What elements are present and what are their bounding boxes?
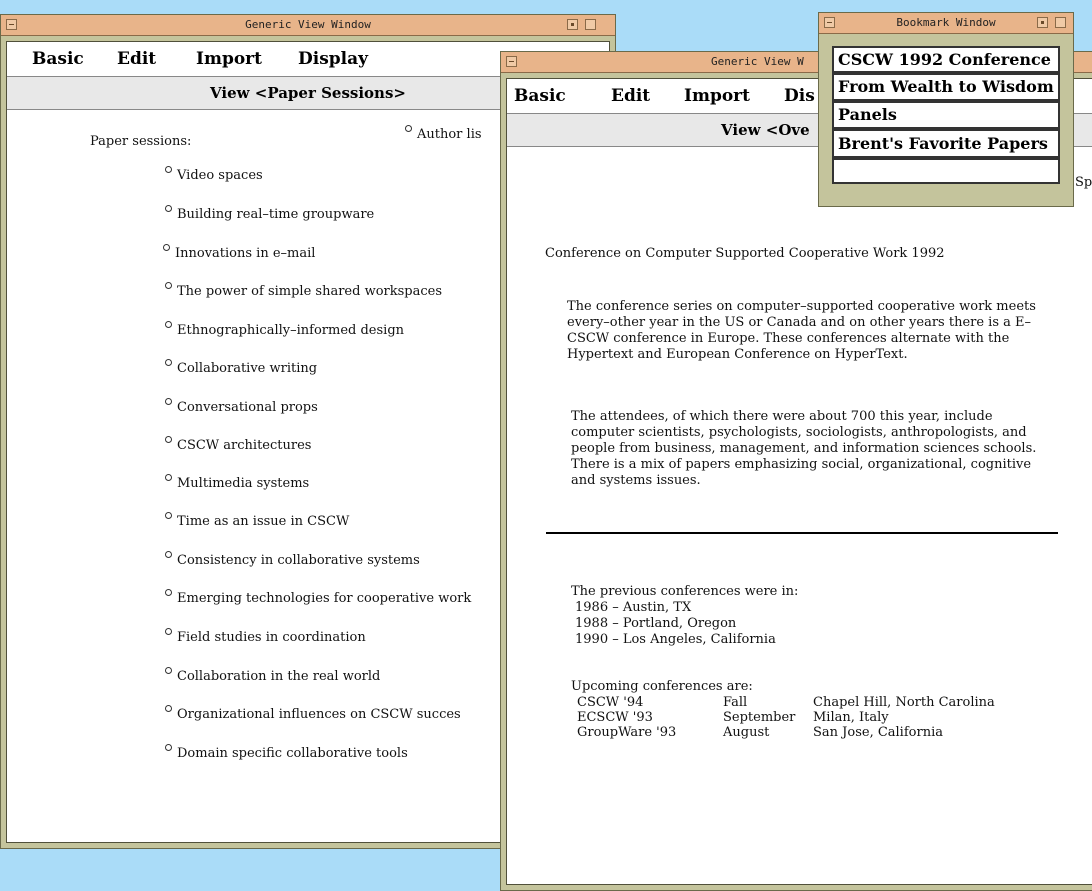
upcoming-conferences-table: CSCW '94 Fall Chapel Hill, North Carolin…: [577, 695, 1009, 740]
conference-where: San Jose, California: [813, 725, 943, 740]
bookmark-item[interactable]: CSCW 1992 Conference: [832, 46, 1060, 73]
menu-basic[interactable]: Basic: [514, 86, 566, 106]
session-link[interactable]: Time as an issue in CSCW: [165, 512, 349, 529]
bullet-icon: [165, 436, 172, 443]
bullet-icon: [165, 359, 172, 366]
menu-display[interactable]: Display: [298, 49, 368, 69]
maximize-icon[interactable]: [585, 19, 596, 30]
bullet-icon: [405, 125, 412, 132]
conference-when: September: [723, 710, 796, 725]
corner-text: Sp: [1075, 175, 1092, 190]
bullet-icon: [165, 282, 172, 289]
session-link[interactable]: Emerging technologies for cooperative wo…: [165, 589, 471, 606]
window-menu-icon[interactable]: [506, 56, 517, 67]
bullet-icon: [165, 398, 172, 405]
session-link[interactable]: Domain specific collaborative tools: [165, 744, 408, 761]
maximize-icon[interactable]: [1055, 17, 1066, 28]
conference-where: Chapel Hill, North Carolina: [813, 695, 995, 710]
conference-when: Fall: [723, 695, 748, 710]
minimize-icon[interactable]: [1037, 17, 1048, 28]
conference-title: Conference on Computer Supported Coopera…: [545, 246, 945, 261]
session-link[interactable]: Field studies in coordination: [165, 628, 366, 645]
table-row: CSCW '94 Fall Chapel Hill, North Carolin…: [577, 695, 1009, 710]
bookmark-item[interactable]: From Wealth to Wisdom: [832, 73, 1060, 101]
bookmark-window: Bookmark Window CSCW 1992 Conference Fro…: [818, 12, 1074, 207]
bullet-icon: [165, 744, 172, 751]
session-link[interactable]: Innovations in e–mail: [163, 244, 315, 261]
bookmark-item[interactable]: Panels: [832, 101, 1060, 129]
bullet-icon: [165, 512, 172, 519]
session-link[interactable]: Collaborative writing: [165, 359, 317, 376]
previous-conference: 1990 – Los Angeles, California: [575, 632, 776, 647]
bullet-icon: [165, 705, 172, 712]
bookmark-list: CSCW 1992 Conference From Wealth to Wisd…: [832, 46, 1060, 186]
session-link[interactable]: Building real–time groupware: [165, 205, 374, 222]
conference-where: Milan, Italy: [813, 710, 889, 725]
session-link[interactable]: CSCW architectures: [165, 436, 311, 453]
session-link[interactable]: Conversational props: [165, 398, 318, 415]
window-menu-icon[interactable]: [824, 17, 835, 28]
conference-series-paragraph: The conference series on computer–suppor…: [567, 299, 1036, 362]
previous-conference: 1986 – Austin, TX: [575, 600, 692, 615]
bullet-icon: [165, 628, 172, 635]
previous-conferences-heading: The previous conferences were in:: [571, 584, 799, 599]
menu-basic[interactable]: Basic: [32, 49, 84, 69]
upcoming-conferences-heading: Upcoming conferences are:: [571, 679, 753, 694]
session-link[interactable]: Multimedia systems: [165, 474, 309, 491]
conference-name: ECSCW '93: [577, 710, 653, 725]
table-row: ECSCW '93 September Milan, Italy: [577, 710, 1009, 725]
paper-sessions-heading: Paper sessions:: [90, 134, 192, 149]
bookmark-item[interactable]: Brent's Favorite Papers: [832, 129, 1060, 158]
bullet-icon: [165, 474, 172, 481]
bullet-icon: [165, 205, 172, 212]
bullet-icon: [165, 667, 172, 674]
bullet-icon: [165, 551, 172, 558]
menu-import[interactable]: Import: [684, 86, 750, 106]
window1-title: Generic View Window: [245, 18, 371, 31]
window2-title: Generic View W: [711, 55, 804, 68]
minimize-icon[interactable]: [567, 19, 578, 30]
attendees-paragraph: The attendees, of which there were about…: [571, 409, 1037, 488]
conference-when: August: [723, 725, 770, 740]
window1-titlebar[interactable]: Generic View Window: [1, 15, 615, 36]
conference-name: GroupWare '93: [577, 725, 677, 740]
bookmark-window-title: Bookmark Window: [896, 16, 996, 29]
bookmark-item[interactable]: [832, 158, 1060, 184]
divider-line: [546, 532, 1058, 534]
session-link[interactable]: Ethnographically–informed design: [165, 321, 404, 338]
session-link[interactable]: Collaboration in the real world: [165, 667, 380, 684]
window2-content: Sp Conference on Computer Supported Coop…: [507, 147, 1092, 884]
menu-display[interactable]: Dis: [784, 86, 815, 106]
menu-edit[interactable]: Edit: [117, 49, 156, 69]
session-link[interactable]: Consistency in collaborative systems: [165, 551, 420, 568]
menu-edit[interactable]: Edit: [611, 86, 650, 106]
bookmark-titlebar[interactable]: Bookmark Window: [819, 13, 1073, 34]
bullet-icon: [165, 166, 172, 173]
author-list-link[interactable]: Author lis: [405, 125, 482, 142]
previous-conference: 1988 – Portland, Oregon: [575, 616, 737, 631]
bullet-icon: [163, 244, 170, 251]
session-link[interactable]: Organizational influences on CSCW succes: [165, 705, 461, 722]
menu-import[interactable]: Import: [196, 49, 262, 69]
bullet-icon: [165, 589, 172, 596]
session-link[interactable]: The power of simple shared workspaces: [165, 282, 442, 299]
window-menu-icon[interactable]: [6, 19, 17, 30]
conference-name: CSCW '94: [577, 695, 644, 710]
bullet-icon: [165, 321, 172, 328]
table-row: GroupWare '93 August San Jose, Californi…: [577, 725, 1009, 740]
session-link[interactable]: Video spaces: [165, 166, 263, 183]
